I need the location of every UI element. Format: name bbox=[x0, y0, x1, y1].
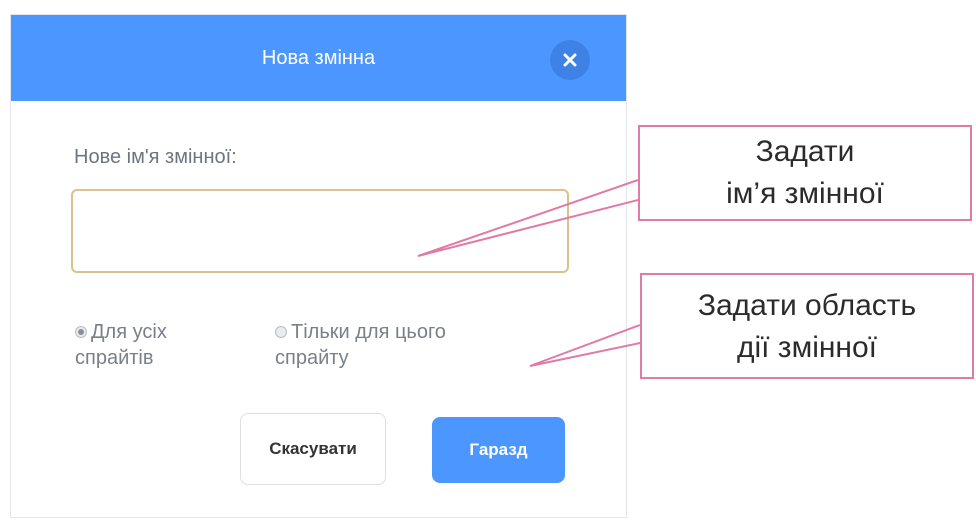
callout-set-variable-name: Задати ім’я змінної bbox=[638, 125, 972, 221]
callout-set-variable-scope: Задати область дії змінної bbox=[640, 273, 974, 379]
radio-this-sprite-line1: Тільки для цього bbox=[291, 321, 446, 343]
radio-all-sprites-line2: спрайтів bbox=[75, 347, 154, 369]
radio-all-sprites-line1: Для усіх bbox=[91, 321, 167, 343]
variable-name-input[interactable] bbox=[71, 189, 569, 273]
cancel-button[interactable]: Скасувати bbox=[240, 413, 386, 485]
stage: Нова змінна Нове ім'я змінної: Для усіх … bbox=[0, 0, 976, 522]
callout-scope-line2: дії змінної bbox=[736, 331, 878, 364]
dialog-title: Нова змінна bbox=[261, 47, 376, 69]
callout-scope-line1: Задати область bbox=[697, 289, 917, 322]
close-button[interactable] bbox=[550, 40, 590, 80]
radio-this-sprite-only[interactable]: Тільки для цього спрайту bbox=[275, 319, 535, 371]
callout-name-line1: Задати bbox=[755, 135, 855, 168]
ok-button[interactable]: Гаразд bbox=[432, 417, 565, 483]
radio-checked-icon bbox=[75, 326, 87, 338]
variable-name-label: Нове ім'я змінної: bbox=[74, 146, 237, 168]
dialog-header: Нова змінна bbox=[11, 15, 626, 101]
radio-this-sprite-line2: спрайту bbox=[275, 347, 349, 369]
callout-name-line2: ім’я змінної bbox=[726, 177, 884, 210]
new-variable-dialog: Нова змінна Нове ім'я змінної: Для усіх … bbox=[10, 14, 627, 518]
close-icon bbox=[563, 53, 577, 67]
radio-unchecked-icon bbox=[275, 326, 287, 338]
radio-all-sprites[interactable]: Для усіх спрайтів bbox=[75, 319, 255, 371]
